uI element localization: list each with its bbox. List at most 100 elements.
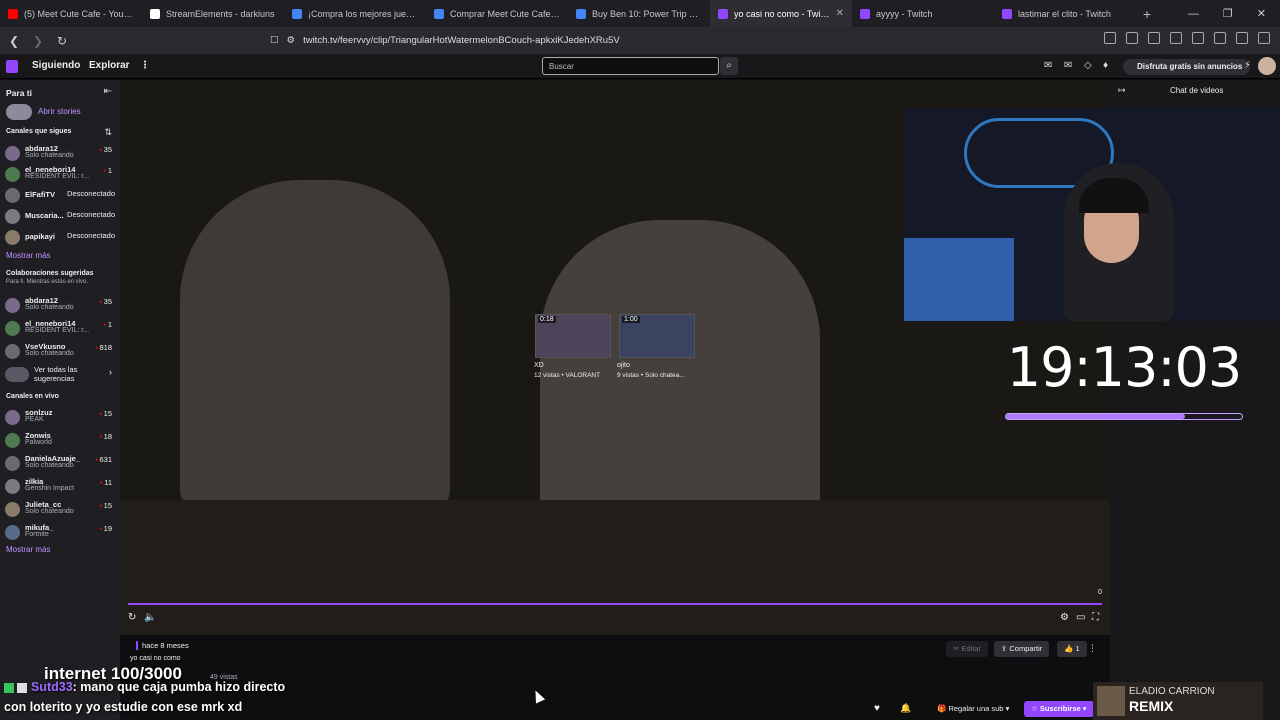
subscribe-button[interactable]: ☆ Suscribirse ▾ xyxy=(1024,701,1094,717)
recommended-clip-title-2[interactable]: ojito xyxy=(617,362,630,369)
notifications-icon[interactable]: 🔔 xyxy=(900,703,911,714)
extension-icons xyxy=(1104,32,1270,44)
tab-title: (5) Meet Cute Cafe - YouTube xyxy=(24,8,134,19)
reload-icon[interactable]: ↻ xyxy=(52,34,72,48)
channel-status: Desconectado xyxy=(67,210,115,219)
tab-favicon-icon xyxy=(434,8,444,19)
channel-row[interactable]: abdara12Solo chateando35 xyxy=(5,143,115,163)
seek-time-end: 0 xyxy=(1098,589,1102,596)
recommended-clip-thumb-1[interactable]: 0:18 xyxy=(535,314,611,358)
url-field[interactable]: ☐ ⚙ twitch.tv/feervvy/clip/TriangularHot… xyxy=(270,31,990,50)
back-icon[interactable]: ❮ xyxy=(4,34,24,48)
close-window-icon[interactable]: ✕ xyxy=(1257,7,1266,20)
nav-explore[interactable]: Explorar xyxy=(89,60,130,71)
extension-icon[interactable] xyxy=(1126,32,1138,44)
seek-bar[interactable] xyxy=(128,603,1102,605)
viewer-count: 18 xyxy=(99,432,112,441)
extension-icon[interactable] xyxy=(1104,32,1116,44)
twitch-logo-icon[interactable] xyxy=(6,60,18,73)
search-input[interactable]: Buscar xyxy=(542,57,719,75)
volume-icon[interactable]: 🔈 xyxy=(144,612,156,623)
recommended-clip-sub-2: 9 vistas • Solo chatea... xyxy=(617,372,685,379)
collapse-sidebar-icon[interactable]: ⇤ xyxy=(104,86,112,97)
channel-row[interactable]: Julieta_ccSolo chateando15 xyxy=(5,499,115,519)
now-playing-overlay: ELADIO CARRION REMIX xyxy=(1093,682,1263,720)
browser-tab[interactable]: lastimar el clito - Twitch xyxy=(994,0,1136,27)
see-all-suggestions[interactable]: Ver todas las sugerencias › xyxy=(5,364,115,384)
channel-row[interactable]: VseVkusnoSolo chateando818 xyxy=(5,341,115,361)
channel-status: Desconectado xyxy=(67,189,115,198)
channel-row[interactable]: DanielaAzuaje_Solo chateando631 xyxy=(5,453,115,473)
channel-row[interactable]: el_nenebori14RESIDENT EVIL: r...1 xyxy=(5,164,115,184)
url-text[interactable]: twitch.tv/feervvy/clip/TriangularHotWate… xyxy=(303,35,620,46)
new-tab-icon[interactable]: + xyxy=(1136,6,1158,22)
live-channels-heading: Canales en vivo xyxy=(6,393,59,400)
forward-icon[interactable]: ❯ xyxy=(28,34,48,48)
channel-row[interactable]: ZonwisPalworld18 xyxy=(5,430,115,450)
channel-row[interactable]: ElFafiTV Desconectado xyxy=(5,185,115,205)
theatre-mode-icon[interactable]: ▭ xyxy=(1076,612,1085,623)
replay-icon[interactable]: ↻ xyxy=(128,612,136,623)
settings-icon[interactable]: ⚙ xyxy=(1060,612,1069,623)
search-icon[interactable]: ⌕ xyxy=(720,57,738,75)
channel-row[interactable]: papikayi Desconectado xyxy=(5,227,115,247)
now-playing-artist: ELADIO CARRION xyxy=(1129,686,1215,697)
heart-icon[interactable]: ♥ xyxy=(874,703,880,714)
channel-row[interactable]: sonlzuzPEAK15 xyxy=(5,407,115,427)
gift-sub-button[interactable]: 🎁 Regalar una sub ▾ xyxy=(930,701,1016,717)
site-info-icon[interactable]: ⚙ xyxy=(287,35,296,46)
tab-title: Buy Ben 10: Power Trip Steam xyxy=(592,8,702,19)
channel-row[interactable]: zilkiaGenshin Impact11 xyxy=(5,476,115,496)
channel-row[interactable]: Muscaria... Desconectado xyxy=(5,206,115,226)
bits-icon[interactable]: ◇ xyxy=(1084,60,1092,71)
channel-row[interactable]: el_nenebori14RESIDENT EVIL: r...1 xyxy=(5,318,115,338)
nav-following[interactable]: Siguiendo xyxy=(32,60,80,71)
channel-avatar xyxy=(5,525,20,540)
show-more-live[interactable]: Mostrar más xyxy=(6,545,50,554)
browser-tab[interactable]: ¡Compra los mejores juegos m xyxy=(284,0,426,27)
share-label: Compartir xyxy=(1009,644,1043,653)
tab-title: yo casi no como - Twitch xyxy=(734,8,830,19)
extension-icon[interactable] xyxy=(1170,32,1182,44)
share-button[interactable]: ⇪ Compartir xyxy=(994,641,1050,657)
extension-icon[interactable] xyxy=(1192,32,1204,44)
ad-free-button[interactable]: Disfruta gratis sin anuncios xyxy=(1123,59,1251,75)
edit-button[interactable]: ✂ Editar xyxy=(946,641,988,657)
stories-avatars[interactable] xyxy=(6,104,32,120)
channel-row[interactable]: mikufa_Fortnite19 xyxy=(5,522,115,542)
close-tab-icon[interactable]: ✕ xyxy=(836,8,844,19)
browser-tab[interactable]: (5) Meet Cute Cafe - YouTube xyxy=(0,0,142,27)
more-options-icon[interactable]: ⋮ xyxy=(140,60,150,71)
more-options-icon[interactable]: ⋮ xyxy=(1088,643,1097,654)
channel-avatar xyxy=(5,167,20,182)
recommended-clip-title-1[interactable]: XD xyxy=(534,362,544,369)
recommended-clip-thumb-2[interactable]: 1:00 xyxy=(619,314,695,358)
like-button[interactable]: 👍 1 xyxy=(1057,641,1087,657)
tab-favicon-icon xyxy=(150,8,160,19)
extension-icon[interactable] xyxy=(1148,32,1160,44)
browser-tab[interactable]: ayyyy - Twitch xyxy=(852,0,994,27)
extension-icon[interactable] xyxy=(1236,32,1248,44)
browser-tab[interactable]: StreamElements - darkiuns xyxy=(142,0,284,27)
inbox-icon[interactable]: ✉ xyxy=(1044,60,1052,71)
prime-icon[interactable]: ♦ xyxy=(1103,60,1108,71)
whispers-icon[interactable]: ✉ xyxy=(1064,60,1072,71)
minimize-icon[interactable]: — xyxy=(1188,8,1199,20)
collapse-chat-icon[interactable]: ↦ xyxy=(1118,85,1126,96)
maximize-icon[interactable]: ❐ xyxy=(1223,7,1233,20)
bookmark-icon[interactable]: ☐ xyxy=(270,35,279,46)
open-stories-link[interactable]: Abrir stories xyxy=(38,107,81,116)
extension-icon[interactable] xyxy=(1214,32,1226,44)
menu-icon[interactable] xyxy=(1258,32,1270,44)
turbo-icon[interactable]: ⚡ xyxy=(1244,60,1251,71)
channel-row[interactable]: abdara12Solo chateando35 xyxy=(5,295,115,315)
browser-tab[interactable]: Comprar Meet Cute Cafe Steam xyxy=(426,0,568,27)
browser-tab[interactable]: yo casi no como - Twitch ✕ xyxy=(710,0,852,27)
channel-avatar xyxy=(5,479,20,494)
show-more-followed[interactable]: Mostrar más xyxy=(6,251,50,260)
browser-tab[interactable]: Buy Ben 10: Power Trip Steam xyxy=(568,0,710,27)
user-avatar[interactable] xyxy=(1258,57,1276,75)
channel-avatar xyxy=(5,456,20,471)
sort-icon[interactable]: ⇅ xyxy=(104,127,112,138)
fullscreen-icon[interactable]: ⛶ xyxy=(1092,612,1099,623)
